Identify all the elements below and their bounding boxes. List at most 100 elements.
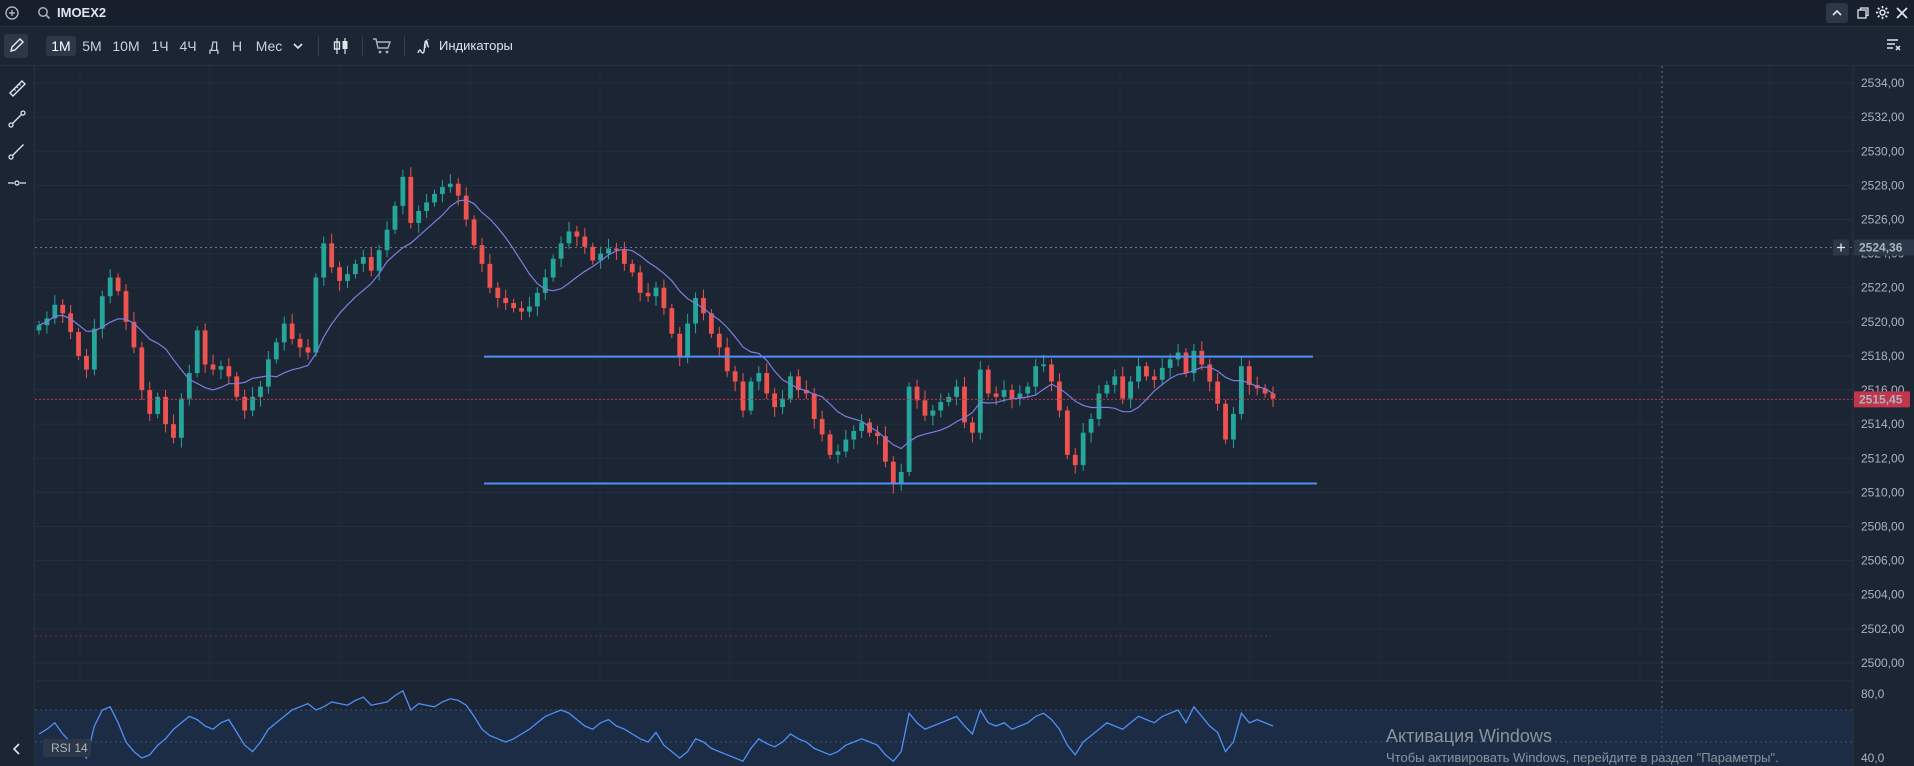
candle-body	[463, 195, 469, 220]
top-bar: IMOEX2	[0, 0, 1914, 27]
price-tick-label: 2502,00	[1861, 622, 1905, 636]
candle-body	[337, 267, 342, 281]
price-tick-label: 2518,00	[1861, 349, 1905, 363]
timeframe-week[interactable]: Н	[228, 36, 246, 56]
price-tick-label: 2512,00	[1861, 451, 1905, 465]
candle-body	[1041, 364, 1047, 367]
symbol-search-input[interactable]: IMOEX2	[57, 5, 106, 20]
candle-body	[788, 376, 793, 399]
candle-body	[440, 187, 445, 194]
clear-drawings-icon[interactable]	[1886, 38, 1902, 52]
candle-body	[1238, 366, 1244, 414]
add-tab-icon[interactable]	[5, 6, 19, 20]
trend-line-icon[interactable]	[6, 108, 28, 130]
candle-body	[954, 386, 959, 397]
window-restore-icon[interactable]	[1856, 6, 1870, 20]
candle-body	[1128, 381, 1134, 399]
timeframe-5m[interactable]: 5М	[80, 36, 104, 56]
price-tick-label: 2504,00	[1861, 588, 1905, 602]
candle-body	[1223, 403, 1228, 440]
candle-body	[1183, 352, 1189, 373]
rsi-tick-label: 40,0	[1861, 751, 1885, 765]
price-axis[interactable]: 2534,00 2532,00 2530,00 2528,00 2526,00 2524,…	[1861, 76, 1905, 670]
candle-body	[1120, 376, 1126, 399]
candle-body	[1167, 359, 1173, 368]
rsi-tick-label: 80,0	[1861, 687, 1885, 701]
candle-body	[582, 236, 588, 247]
price-tick-label: 2526,00	[1861, 213, 1905, 227]
candle-body	[178, 398, 184, 438]
draw-pencil-icon[interactable]	[4, 34, 28, 58]
candle-body	[1112, 376, 1118, 385]
candle-body	[527, 306, 532, 312]
candle-body	[416, 210, 422, 223]
candle-body	[107, 277, 113, 297]
price-tick-label: 2514,00	[1861, 417, 1905, 431]
moving-average-line	[38, 199, 1274, 450]
windows-activation-title: Активация Windows	[1386, 726, 1552, 746]
candle-body	[313, 277, 319, 353]
candle-body	[400, 176, 406, 206]
candle-body	[637, 272, 643, 293]
drawing-tools-panel	[0, 66, 35, 766]
candle-body	[471, 219, 477, 246]
candle-body	[171, 424, 176, 438]
rsi-axis: 80,0 40,0	[1861, 687, 1885, 765]
candle-body	[368, 257, 374, 271]
timeframe-1m[interactable]: 1М	[46, 36, 76, 56]
candle-body	[1231, 413, 1236, 440]
candle-body	[756, 373, 762, 382]
candle-body	[970, 422, 975, 433]
horizontal-line-icon[interactable]	[6, 172, 28, 194]
timeframe-month[interactable]: Мес	[252, 36, 286, 56]
toolbar-divider	[318, 36, 319, 56]
indicators-button[interactable]: Индикаторы	[439, 38, 513, 53]
candle-body	[218, 366, 224, 370]
timeframe-10m[interactable]: 10М	[110, 36, 142, 56]
candle-body	[859, 422, 865, 431]
ruler-icon[interactable]	[6, 77, 28, 99]
cart-icon[interactable]	[372, 37, 392, 55]
candle-body	[677, 333, 683, 358]
rsi-legend[interactable]: RSI 14	[43, 739, 91, 757]
add-alert-button[interactable]	[1833, 239, 1849, 256]
candle-body	[558, 243, 564, 259]
candle-body	[827, 434, 833, 455]
candle-body	[1072, 454, 1078, 466]
indicators-icon[interactable]: f	[416, 37, 434, 55]
candle-body	[914, 386, 920, 401]
candle-body	[566, 231, 572, 244]
candle-body	[1104, 384, 1110, 394]
toolbar-divider	[404, 36, 405, 56]
candle-body	[281, 323, 287, 343]
candle-body	[1080, 432, 1086, 466]
candle-body	[1096, 393, 1102, 420]
candle-body	[938, 401, 944, 411]
candle-body	[392, 205, 398, 230]
candle-body	[273, 342, 279, 360]
candle-body	[1151, 376, 1157, 380]
close-icon[interactable]	[1895, 6, 1909, 20]
candle-body	[811, 393, 817, 420]
gear-icon[interactable]	[1875, 5, 1890, 20]
timeframe-1h[interactable]: 1Ч	[148, 36, 172, 56]
chevron-down-icon[interactable]	[292, 40, 304, 52]
candle-body	[1199, 350, 1205, 365]
candle-body	[202, 330, 208, 365]
candle-body	[977, 369, 983, 433]
chevron-left-icon[interactable]	[6, 738, 28, 760]
candle-body	[424, 202, 430, 211]
candle-body	[685, 323, 691, 358]
timeframe-day[interactable]: Д	[205, 36, 223, 56]
candles-icon[interactable]	[332, 36, 350, 56]
candle-body	[36, 325, 42, 331]
price-chart[interactable]: 2534,00 2532,00 2530,00 2528,00 2526,00 2524,…	[35, 66, 1914, 766]
timeframe-4h[interactable]: 4Ч	[176, 36, 200, 56]
ray-line-icon[interactable]	[6, 140, 28, 162]
candle-body	[621, 250, 627, 264]
candle-body	[890, 461, 896, 484]
search-icon[interactable]	[37, 6, 51, 20]
price-tick-label: 2508,00	[1861, 520, 1905, 534]
collapse-panel-icon[interactable]	[1826, 3, 1848, 23]
candle-body	[115, 277, 121, 292]
